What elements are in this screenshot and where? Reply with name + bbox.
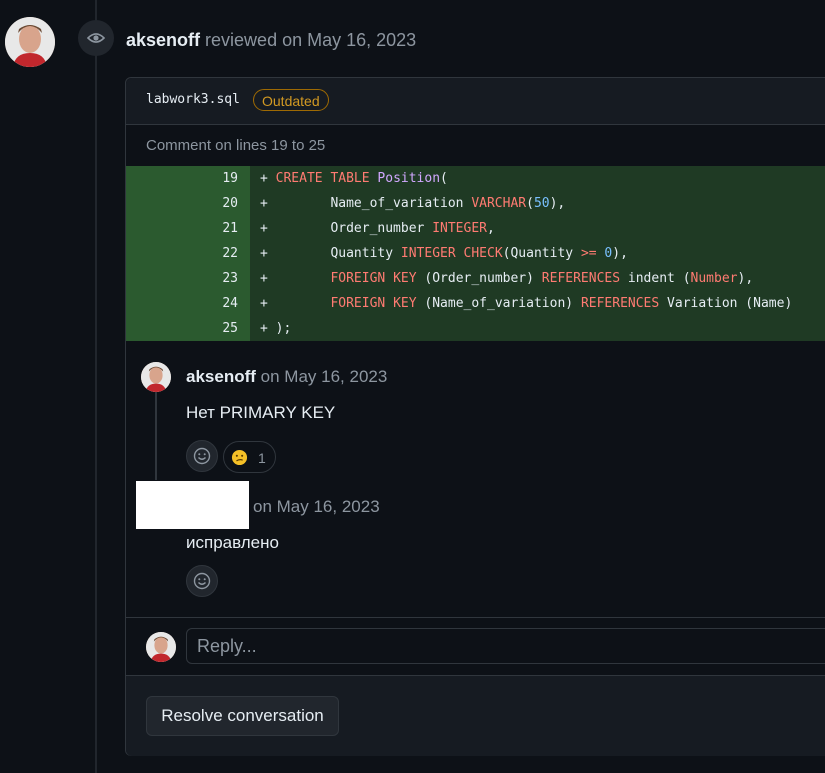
line-number: 23 (126, 266, 250, 291)
code-line: + Name_of_variation VARCHAR(50), (250, 191, 825, 216)
add-reaction-button[interactable] (186, 440, 218, 472)
diff-snippet: 19 + CREATE TABLE Position( 20 + Name_of… (126, 166, 825, 342)
confused-face-icon (231, 449, 248, 466)
comment-date[interactable]: on May 16, 2023 (261, 367, 388, 386)
diff-row: 23 + FOREIGN KEY (Order_number) REFERENC… (126, 266, 825, 291)
timeline-line (95, 0, 97, 773)
code-line: + Order_number INTEGER, (250, 216, 825, 241)
reaction-count: 1 (258, 450, 266, 466)
smiley-icon (193, 447, 211, 465)
avatar (146, 632, 176, 662)
redacted-author (136, 481, 249, 529)
smiley-icon (193, 572, 211, 590)
diff-row: 24 + FOREIGN KEY (Name_of_variation) REF… (126, 291, 825, 316)
avatar[interactable] (141, 362, 171, 392)
line-number: 19 (126, 166, 250, 191)
diff-row: 21 + Order_number INTEGER, (126, 216, 825, 241)
add-reaction-button[interactable] (186, 565, 218, 597)
code-line: + FOREIGN KEY (Name_of_variation) REFERE… (250, 291, 825, 316)
code-line: + ); (250, 316, 825, 341)
review-action: reviewed on May 16, 2023 (205, 30, 417, 50)
review-header: aksenoff reviewed on May 16, 2023 (126, 30, 416, 51)
file-header: labwork3.sql Outdated (126, 78, 825, 125)
diff-row: 22 + Quantity INTEGER CHECK(Quantity >= … (126, 241, 825, 266)
avatar[interactable] (5, 17, 55, 67)
outdated-badge: Outdated (253, 89, 329, 111)
comment-author[interactable]: aksenoff (186, 367, 256, 386)
file-name[interactable]: labwork3.sql (146, 92, 240, 107)
reviewer-name[interactable]: aksenoff (126, 30, 200, 50)
comment-date[interactable]: on May 16, 2023 (253, 497, 380, 516)
thread-line (155, 392, 157, 480)
comment-header: aksenoff on May 16, 2023 (186, 367, 387, 387)
diff-row: 25 + ); (126, 316, 825, 341)
reaction-button[interactable]: 1 (223, 441, 276, 473)
code-line: + CREATE TABLE Position( (250, 166, 825, 191)
line-number: 24 (126, 291, 250, 316)
comment-body: Нет PRIMARY KEY (186, 403, 336, 422)
comment-range: Comment on lines 19 to 25 (146, 137, 326, 154)
reply-input[interactable]: Reply... (186, 628, 825, 664)
diff-row: 19 + CREATE TABLE Position( (126, 166, 825, 191)
eye-icon (78, 20, 114, 56)
resolve-conversation-button[interactable]: Resolve conversation (146, 696, 339, 736)
diff-row: 20 + Name_of_variation VARCHAR(50), (126, 191, 825, 216)
code-line: + Quantity INTEGER CHECK(Quantity >= 0), (250, 241, 825, 266)
comment-body: исправлено (186, 533, 279, 552)
line-number: 21 (126, 216, 250, 241)
comment-header: on May 16, 2023 (253, 497, 380, 517)
line-number: 22 (126, 241, 250, 266)
line-number: 25 (126, 316, 250, 341)
code-line: + FOREIGN KEY (Order_number) REFERENCES … (250, 266, 825, 291)
line-number: 20 (126, 191, 250, 216)
